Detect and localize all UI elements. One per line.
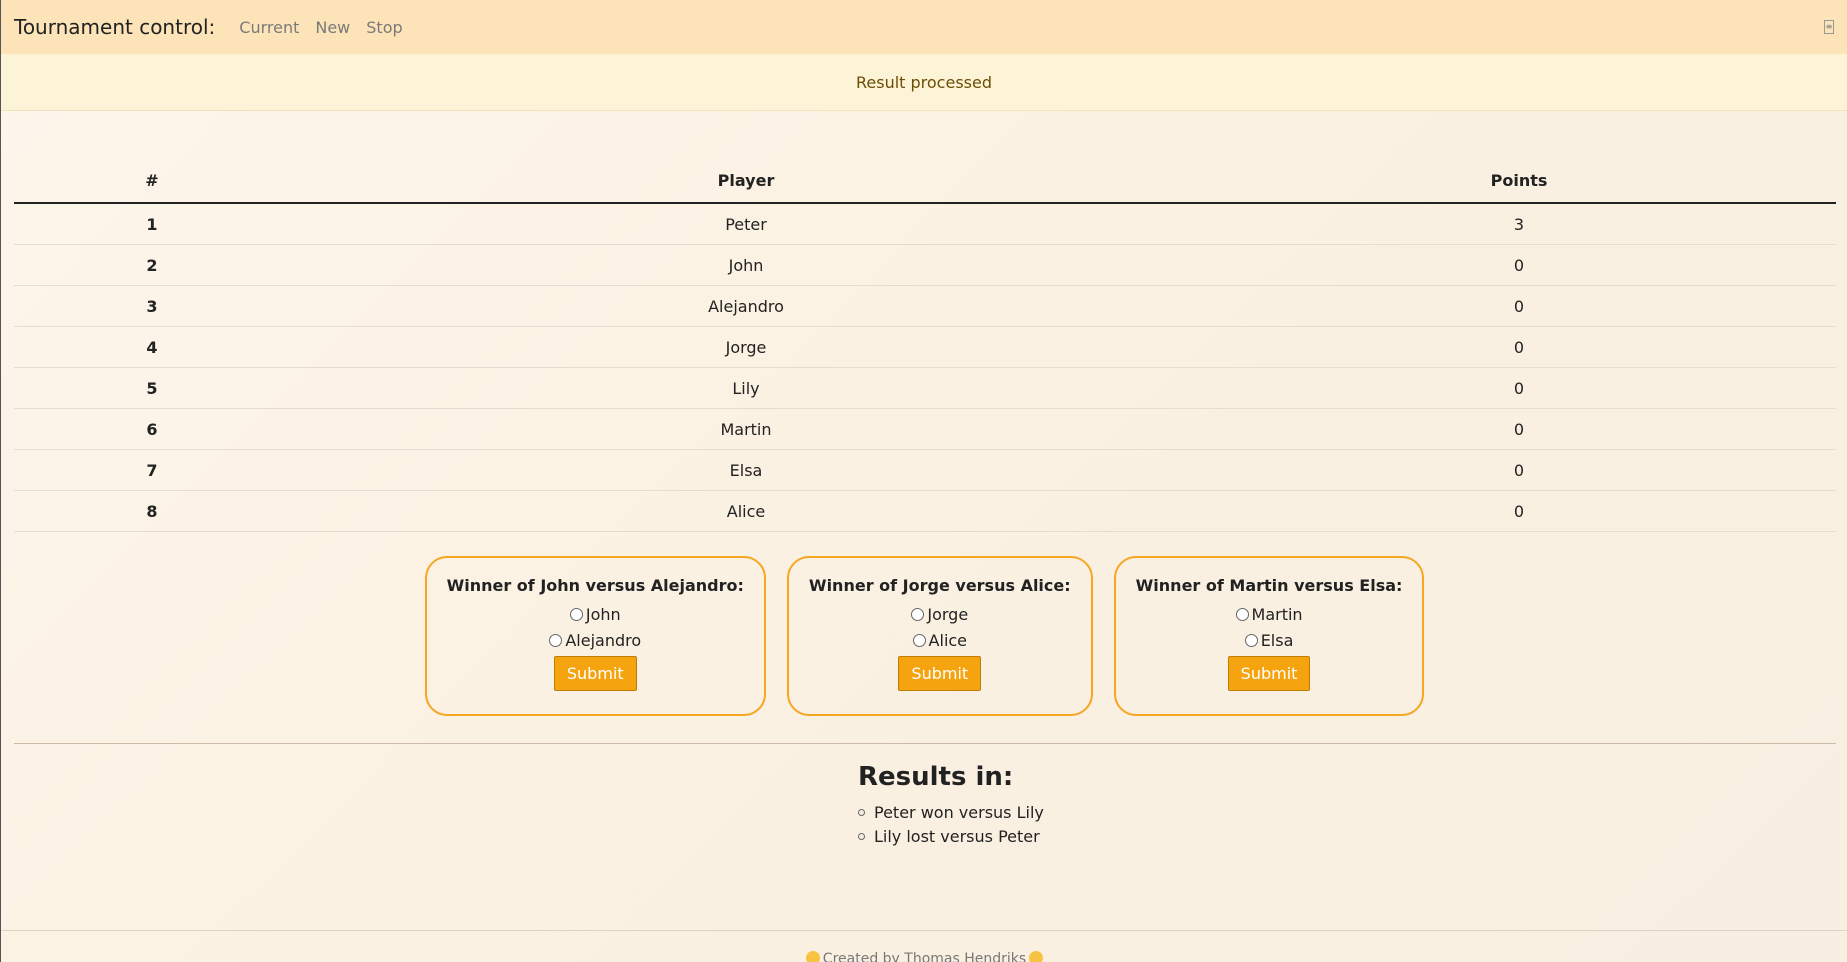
nav-link-stop[interactable]: Stop [366,18,402,37]
row-player: Alice [290,490,1202,532]
row-player: Martin [290,408,1202,450]
bullet-icon [858,832,865,840]
results-title: Results in: [858,762,1014,792]
table-row: 4 Jorge 0 [14,326,1836,368]
page: Tournament control: Current New Stop ≡ R… [0,0,1847,962]
row-rank: 3 [14,285,290,327]
list-item: Lily lost versus Peter [858,824,1044,848]
submit-button[interactable]: Submit [898,656,982,691]
table-row: 8 Alice 0 [14,490,1836,532]
submit-button[interactable]: Submit [553,656,637,691]
row-rank: 8 [14,490,290,532]
row-rank: 5 [14,367,290,409]
option-jorge[interactable]: Jorge [911,601,968,627]
pending-matches: Winner of John versus Alejandro: John Al… [1,556,1847,716]
option-alejandro[interactable]: Alejandro [549,627,641,653]
row-player: Peter [290,203,1202,245]
row-player: John [290,244,1202,286]
match-card-martin-elsa: Winner of Martin versus Elsa: Martin Els… [1113,556,1425,716]
header-points: Points [1202,158,1836,204]
row-player: Alejandro [290,285,1202,327]
row-player: Jorge [290,326,1202,368]
submit-button[interactable]: Submit [1227,656,1311,691]
alert-message: Result processed [855,72,992,92]
result-alert: Result processed [1,54,1847,111]
row-points: 0 [1202,490,1836,532]
row-rank: 7 [14,449,290,491]
row-points: 0 [1202,326,1836,368]
footer: Created by Thomas Hendriks [1,930,1847,962]
table-row: 6 Martin 0 [14,408,1836,450]
bullet-icon [858,808,865,816]
row-points: 0 [1202,244,1836,286]
option-elsa[interactable]: Elsa [1244,627,1294,653]
match-card-john-alejandro: Winner of John versus Alejandro: John Al… [424,556,766,716]
standings-table: # Player Points 1 Peter 3 2 John 0 3 Ale… [14,158,1836,532]
header-rank: # [14,158,290,204]
radio-martin[interactable] [1235,607,1249,621]
radio-alice[interactable] [912,633,926,647]
table-row: 2 John 0 [14,244,1836,286]
section-divider [14,743,1836,744]
radio-jorge[interactable] [911,607,925,621]
menu-toggle-icon[interactable]: ≡ [1824,20,1834,34]
row-player: Elsa [290,449,1202,491]
row-rank: 4 [14,326,290,368]
match-title: Winner of Martin versus Elsa: [1135,576,1403,595]
option-martin[interactable]: Martin [1235,601,1303,627]
option-label: Alejandro [565,630,642,650]
result-text: Peter won versus Lily [874,802,1044,822]
table-row: 5 Lily 0 [14,367,1836,409]
result-text: Lily lost versus Peter [874,826,1040,846]
row-points: 0 [1202,408,1836,450]
row-points: 0 [1202,285,1836,327]
row-player: Lily [290,367,1202,409]
match-title: Winner of John versus Alejandro: [446,576,744,595]
table-row: 7 Elsa 0 [14,449,1836,491]
nav-link-current[interactable]: Current [239,18,299,37]
option-label: Elsa [1260,630,1294,650]
header-player: Player [290,158,1202,204]
navbar-brand[interactable]: Tournament control: [14,15,215,39]
option-label: John [585,604,621,624]
results-list: Peter won versus Lily Lily lost versus P… [858,800,1044,848]
list-item: Peter won versus Lily [858,800,1044,824]
row-rank: 2 [14,244,290,286]
row-points: 0 [1202,449,1836,491]
standings-table-container: # Player Points 1 Peter 3 2 John 0 3 Ale… [14,158,1836,532]
option-alice[interactable]: Alice [912,627,968,653]
row-points: 3 [1202,203,1836,245]
radio-john[interactable] [569,607,583,621]
match-title: Winner of Jorge versus Alice: [808,576,1071,595]
row-rank: 6 [14,408,290,450]
match-card-jorge-alice: Winner of Jorge versus Alice: Jorge Alic… [786,556,1093,716]
option-label: Jorge [927,604,969,624]
table-row: 1 Peter 3 [14,203,1836,245]
navbar: Tournament control: Current New Stop ≡ [1,0,1847,54]
table-row: 3 Alejandro 0 [14,285,1836,327]
option-john[interactable]: John [569,601,621,627]
footer-text: Created by Thomas Hendriks [822,951,1027,962]
row-rank: 1 [14,203,290,245]
smiley-icon [805,951,820,962]
nav-link-new[interactable]: New [315,18,350,37]
results-section: Results in: Peter won versus Lily Lily l… [858,762,1044,848]
option-label: Alice [928,630,968,650]
smiley-icon [1029,951,1044,962]
radio-alejandro[interactable] [549,633,563,647]
radio-elsa[interactable] [1244,633,1258,647]
row-points: 0 [1202,367,1836,409]
option-label: Martin [1251,604,1303,624]
table-header-row: # Player Points [14,158,1836,204]
